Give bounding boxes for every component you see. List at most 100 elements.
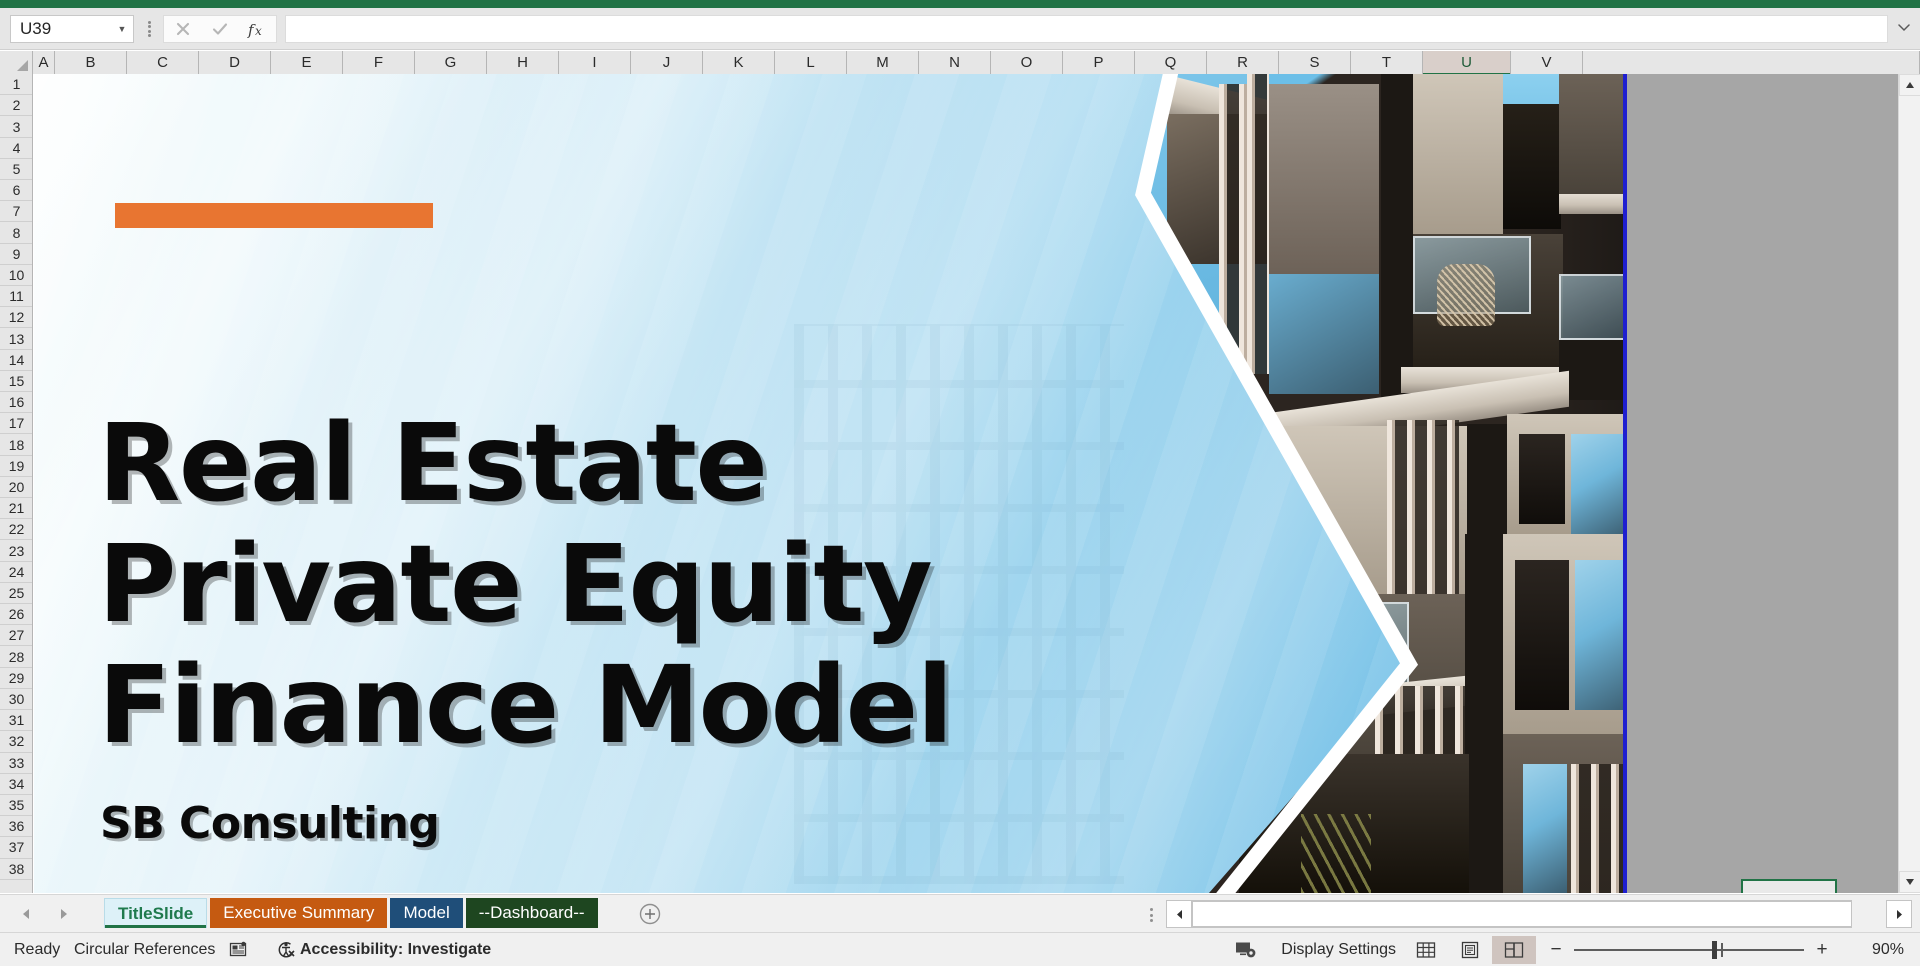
column-header-U[interactable]: U bbox=[1423, 51, 1511, 75]
display-settings-icon[interactable] bbox=[1235, 941, 1257, 959]
row-header-12[interactable]: 12 bbox=[0, 307, 32, 329]
record-macro-icon[interactable] bbox=[228, 940, 250, 960]
column-header-V[interactable]: V bbox=[1511, 51, 1583, 74]
column-header-R[interactable]: R bbox=[1207, 51, 1279, 74]
row-header-25[interactable]: 25 bbox=[0, 582, 32, 605]
fx-icon[interactable]: f x bbox=[239, 16, 275, 42]
column-header-N[interactable]: N bbox=[919, 51, 991, 74]
formula-input[interactable] bbox=[285, 15, 1888, 43]
sheet-tab-executive-summary[interactable]: Executive Summary bbox=[210, 898, 388, 928]
zoom-in-button[interactable]: + bbox=[1810, 940, 1834, 959]
column-header-D[interactable]: D bbox=[199, 51, 271, 74]
row-header-3[interactable]: 3 bbox=[0, 116, 32, 138]
column-header-P[interactable]: P bbox=[1063, 51, 1135, 74]
chevron-down-icon[interactable]: ▼ bbox=[111, 24, 133, 34]
row-header-28[interactable]: 28 bbox=[0, 646, 32, 668]
row-header-34[interactable]: 34 bbox=[0, 773, 32, 795]
horizontal-scroll-track[interactable] bbox=[1192, 900, 1852, 928]
namebox-resize-handle[interactable] bbox=[144, 21, 154, 37]
row-header-20[interactable]: 20 bbox=[0, 476, 32, 499]
column-header-A[interactable]: A bbox=[33, 51, 55, 74]
zoom-out-button[interactable]: − bbox=[1544, 940, 1568, 959]
zoom-thumb[interactable] bbox=[1712, 940, 1717, 959]
zoom-level[interactable]: 90% bbox=[1872, 941, 1904, 959]
vertical-scrollbar[interactable] bbox=[1898, 74, 1920, 893]
row-header-4[interactable]: 4 bbox=[0, 137, 32, 159]
scroll-right-button[interactable] bbox=[1886, 900, 1912, 928]
worksheet-grid[interactable]: Real Estate Private Equity Finance Model… bbox=[34, 74, 1920, 893]
row-header-36[interactable]: 36 bbox=[0, 816, 32, 838]
add-sheet-button[interactable] bbox=[637, 901, 663, 927]
sheet-tab-model[interactable]: Model bbox=[390, 898, 463, 928]
sheet-tab-dashboard[interactable]: --Dashboard-- bbox=[465, 898, 598, 928]
column-header-B[interactable]: B bbox=[55, 51, 127, 74]
page-layout-view-icon[interactable] bbox=[1448, 936, 1492, 964]
row-header-29[interactable]: 29 bbox=[0, 667, 32, 689]
column-header-Q[interactable]: Q bbox=[1135, 51, 1207, 74]
column-header-C[interactable]: C bbox=[127, 51, 199, 74]
row-header-6[interactable]: 6 bbox=[0, 180, 32, 202]
row-header-16[interactable]: 16 bbox=[0, 392, 32, 414]
row-header-21[interactable]: 21 bbox=[0, 498, 32, 520]
status-circular-references[interactable]: Circular References bbox=[74, 941, 215, 959]
column-header-L[interactable]: L bbox=[775, 51, 847, 74]
check-icon[interactable] bbox=[202, 16, 238, 42]
row-header-22[interactable]: 22 bbox=[0, 519, 32, 541]
row-header-2[interactable]: 2 bbox=[0, 95, 32, 117]
horizontal-scrollbar[interactable] bbox=[1166, 900, 1912, 928]
row-header-27[interactable]: 27 bbox=[0, 625, 32, 647]
row-header-8[interactable]: 8 bbox=[0, 222, 32, 244]
row-header-35[interactable]: 35 bbox=[0, 794, 32, 817]
column-header-H[interactable]: H bbox=[487, 51, 559, 74]
column-header-J[interactable]: J bbox=[631, 51, 703, 74]
scroll-left-button[interactable] bbox=[1166, 900, 1192, 928]
row-header-14[interactable]: 14 bbox=[0, 349, 32, 371]
row-header-10[interactable]: 10 bbox=[0, 264, 32, 287]
scroll-down-button[interactable] bbox=[1899, 871, 1920, 893]
select-all-button[interactable] bbox=[0, 51, 33, 74]
triangle-right-icon[interactable] bbox=[54, 904, 74, 924]
column-header-G[interactable]: G bbox=[415, 51, 487, 74]
triangle-left-icon[interactable] bbox=[16, 904, 36, 924]
accessibility-icon[interactable] bbox=[276, 940, 298, 960]
horizontal-scroll-thumb[interactable] bbox=[1192, 901, 1852, 927]
row-header-11[interactable]: 11 bbox=[0, 286, 32, 308]
row-header-5[interactable]: 5 bbox=[0, 158, 32, 181]
row-header-18[interactable]: 18 bbox=[0, 434, 32, 456]
selected-cell[interactable] bbox=[1741, 879, 1837, 893]
row-header-30[interactable]: 30 bbox=[0, 688, 32, 711]
row-header-26[interactable]: 26 bbox=[0, 604, 32, 626]
row-header-33[interactable]: 33 bbox=[0, 752, 32, 774]
row-header-9[interactable]: 9 bbox=[0, 243, 32, 265]
name-box[interactable]: U39 ▼ bbox=[10, 15, 134, 43]
cancel-icon[interactable] bbox=[165, 16, 201, 42]
scroll-up-button[interactable] bbox=[1899, 74, 1920, 96]
row-header-1[interactable]: 1 bbox=[0, 74, 32, 96]
tab-pane-splitter[interactable] bbox=[1149, 908, 1153, 922]
row-header-17[interactable]: 17 bbox=[0, 413, 32, 435]
expand-formula-bar-icon[interactable] bbox=[1896, 22, 1912, 36]
row-header-7[interactable]: 7 bbox=[0, 201, 32, 223]
row-header-19[interactable]: 19 bbox=[0, 455, 32, 477]
column-header-F[interactable]: F bbox=[343, 51, 415, 74]
column-header-S[interactable]: S bbox=[1279, 51, 1351, 74]
column-header-E[interactable]: E bbox=[271, 51, 343, 74]
sheet-tab-titleslide[interactable]: TitleSlide bbox=[104, 898, 208, 928]
row-header-37[interactable]: 37 bbox=[0, 837, 32, 859]
page-break-preview-icon[interactable] bbox=[1492, 935, 1536, 964]
column-header-O[interactable]: O bbox=[991, 51, 1063, 74]
row-header-38[interactable]: 38 bbox=[0, 858, 32, 880]
column-header-M[interactable]: M bbox=[847, 51, 919, 74]
status-accessibility[interactable]: Accessibility: Investigate bbox=[300, 941, 491, 959]
title-slide-picture[interactable]: Real Estate Private Equity Finance Model… bbox=[34, 74, 1623, 893]
zoom-slider[interactable]: − + bbox=[1544, 938, 1834, 962]
normal-view-icon[interactable] bbox=[1404, 936, 1448, 964]
column-header-I[interactable]: I bbox=[559, 51, 631, 74]
row-header-23[interactable]: 23 bbox=[0, 540, 32, 562]
row-header-24[interactable]: 24 bbox=[0, 561, 32, 583]
status-display-settings[interactable]: Display Settings bbox=[1281, 941, 1396, 959]
row-header-31[interactable]: 31 bbox=[0, 710, 32, 732]
column-header-K[interactable]: K bbox=[703, 51, 775, 74]
row-header-13[interactable]: 13 bbox=[0, 328, 32, 350]
zoom-track[interactable] bbox=[1574, 939, 1804, 961]
